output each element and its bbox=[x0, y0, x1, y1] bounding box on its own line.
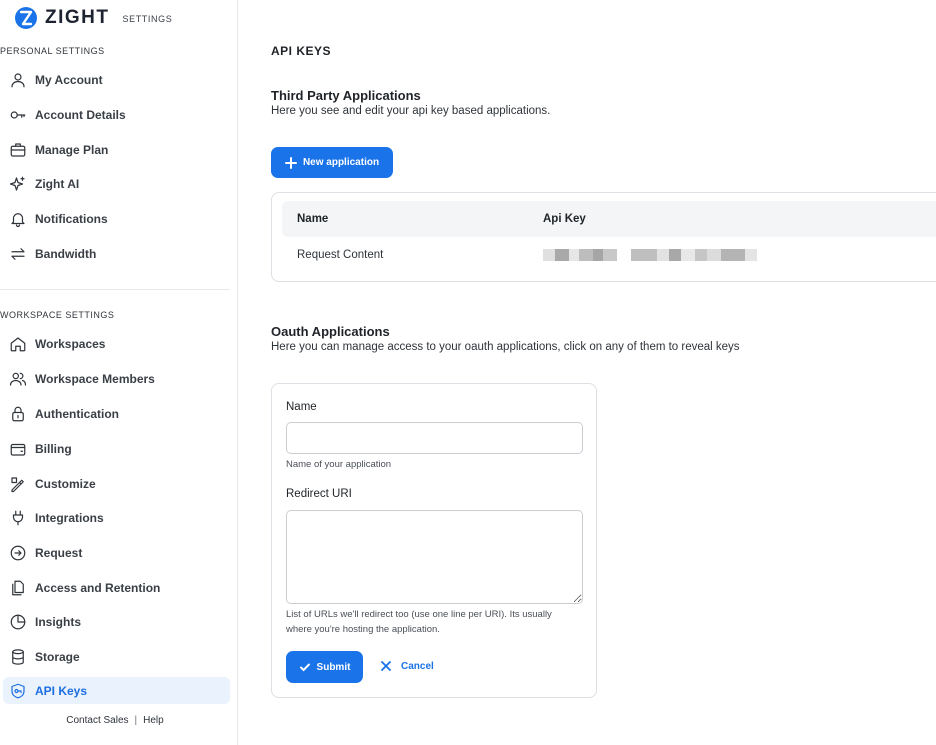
submit-label: Submit bbox=[316, 661, 351, 673]
bell-icon bbox=[8, 209, 28, 229]
third-party-heading: Third Party Applications bbox=[271, 88, 421, 103]
oauth-heading: Oauth Applications bbox=[271, 324, 390, 339]
sidebar-item-customize[interactable]: Customize bbox=[3, 470, 230, 497]
settings-app: ZIGHT SETTINGS PERSONAL SETTINGS My Acco… bbox=[0, 0, 936, 745]
brand-subtitle: SETTINGS bbox=[122, 14, 173, 24]
wallet-icon bbox=[8, 439, 28, 459]
sidebar-item-label: Customize bbox=[35, 476, 96, 491]
sidebar-item-label: Workspace Members bbox=[35, 371, 155, 386]
sidebar-item-authentication[interactable]: Authentication bbox=[3, 400, 230, 427]
request-icon bbox=[8, 543, 28, 563]
sidebar-item-access-and-retention[interactable]: Access and Retention bbox=[3, 574, 230, 601]
sidebar-item-label: API Keys bbox=[35, 683, 88, 698]
personal-settings-label: PERSONAL SETTINGS bbox=[0, 46, 105, 56]
brand[interactable]: ZIGHT SETTINGS bbox=[14, 6, 172, 30]
sidebar-item-account-details[interactable]: Account Details bbox=[3, 101, 230, 128]
database-icon bbox=[8, 647, 28, 667]
sidebar-item-manage-plan[interactable]: Manage Plan bbox=[3, 136, 230, 163]
redirect-uri-label: Redirect URI bbox=[286, 488, 352, 500]
cancel-label: Cancel bbox=[401, 660, 434, 672]
third-party-description: Here you see and edit your api key based… bbox=[271, 105, 551, 117]
help-link[interactable]: Help bbox=[143, 715, 164, 726]
sidebar-item-label: Account Details bbox=[35, 107, 126, 122]
sidebar-item-label: Workspaces bbox=[35, 336, 106, 351]
sidebar-item-label: Bandwidth bbox=[35, 246, 97, 261]
redirect-uri-help-text: List of URLs we'll redirect too (use one… bbox=[286, 609, 552, 635]
sidebar-item-storage[interactable]: Storage bbox=[3, 643, 230, 670]
workspace-settings-label: WORKSPACE SETTINGS bbox=[0, 310, 115, 320]
sparkles-icon bbox=[8, 174, 28, 194]
column-header-api-key: Api Key bbox=[543, 213, 586, 225]
sidebar-divider bbox=[0, 289, 230, 290]
footer-separator: | bbox=[134, 715, 138, 726]
sidebar-item-label: Access and Retention bbox=[35, 580, 161, 595]
zight-logo-icon bbox=[15, 7, 37, 29]
new-application-label: New application bbox=[302, 157, 380, 168]
table-header: Name Api Key bbox=[282, 201, 936, 237]
api-key-table: Name Api Key Request Content bbox=[271, 192, 936, 282]
sidebar-item-label: Integrations bbox=[35, 510, 104, 525]
home-icon bbox=[8, 334, 28, 354]
contact-sales-link[interactable]: Contact Sales bbox=[66, 715, 128, 726]
sidebar-item-workspace-members[interactable]: Workspace Members bbox=[3, 365, 230, 392]
name-help-text: Name of your application bbox=[286, 459, 392, 470]
sidebar-item-label: Manage Plan bbox=[35, 142, 109, 157]
name-input[interactable] bbox=[286, 422, 583, 454]
plus-icon bbox=[284, 156, 297, 169]
submit-button[interactable]: Submit bbox=[286, 651, 363, 683]
users-icon bbox=[8, 369, 28, 389]
sidebar-item-label: Insights bbox=[35, 614, 82, 629]
sidebar-item-label: Billing bbox=[35, 441, 72, 456]
key-icon bbox=[8, 105, 28, 125]
sidebar-item-billing[interactable]: Billing bbox=[3, 435, 230, 462]
sidebar-item-insights[interactable]: Insights bbox=[3, 608, 230, 635]
table-row-name[interactable]: Request Content bbox=[297, 249, 383, 261]
user-icon bbox=[8, 70, 28, 90]
briefcase-icon bbox=[8, 140, 28, 160]
customize-icon bbox=[8, 474, 28, 494]
sidebar-footer: Contact Sales | Help bbox=[0, 715, 230, 726]
shield-key-icon bbox=[8, 681, 28, 701]
sidebar-item-workspaces[interactable]: Workspaces bbox=[3, 330, 230, 357]
new-application-button[interactable]: New application bbox=[271, 147, 393, 178]
sidebar-item-notifications[interactable]: Notifications bbox=[3, 205, 230, 232]
documents-icon bbox=[8, 578, 28, 598]
cancel-button[interactable]: Cancel bbox=[380, 660, 434, 672]
page-title: API KEYS bbox=[271, 44, 332, 58]
oauth-description: Here you can manage access to your oauth… bbox=[271, 341, 740, 353]
check-icon bbox=[299, 663, 310, 672]
sidebar-item-api-keys[interactable]: API Keys bbox=[3, 677, 230, 704]
api-key-redacted bbox=[543, 249, 757, 261]
arrows-icon bbox=[8, 244, 28, 264]
sidebar-item-bandwidth[interactable]: Bandwidth bbox=[3, 240, 230, 267]
pie-chart-icon bbox=[8, 612, 28, 632]
sidebar-item-my-account[interactable]: My Account bbox=[3, 66, 230, 93]
sidebar-item-label: My Account bbox=[35, 72, 103, 87]
brand-name: ZIGHT bbox=[45, 7, 110, 28]
sidebar-item-label: Authentication bbox=[35, 406, 119, 421]
sidebar-item-label: Storage bbox=[35, 649, 80, 664]
plug-icon bbox=[8, 508, 28, 528]
sidebar-item-label: Zight AI bbox=[35, 176, 80, 191]
oauth-application-form: Name Name of your application Redirect U… bbox=[271, 383, 597, 698]
sidebar-item-integrations[interactable]: Integrations bbox=[3, 504, 230, 531]
lock-icon bbox=[8, 404, 28, 424]
sidebar-item-zight-ai[interactable]: Zight AI bbox=[3, 170, 230, 197]
redirect-uri-textarea[interactable] bbox=[286, 510, 583, 604]
name-label: Name bbox=[286, 401, 317, 413]
column-header-name: Name bbox=[297, 213, 329, 225]
sidebar-item-request[interactable]: Request bbox=[3, 539, 230, 566]
sidebar: ZIGHT SETTINGS PERSONAL SETTINGS My Acco… bbox=[0, 0, 238, 745]
sidebar-item-label: Request bbox=[35, 545, 83, 560]
close-icon bbox=[381, 661, 391, 671]
sidebar-item-label: Notifications bbox=[35, 211, 108, 226]
